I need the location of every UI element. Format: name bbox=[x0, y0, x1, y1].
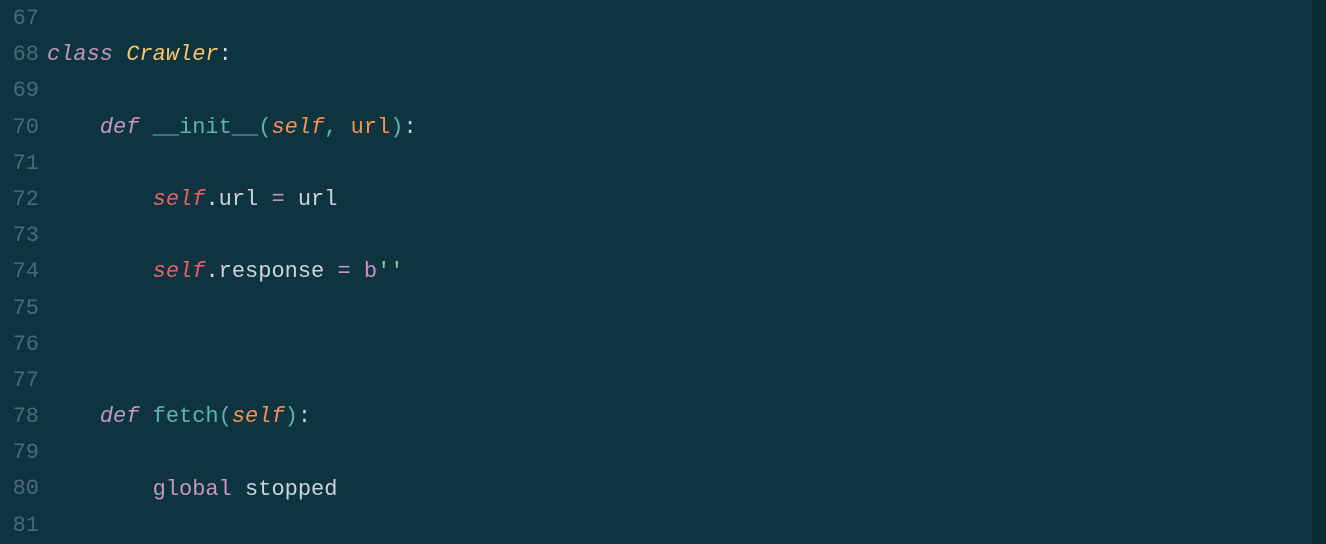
code-line[interactable]: def fetch(self): bbox=[47, 399, 1326, 435]
line-number: 78 bbox=[0, 399, 39, 435]
line-number: 76 bbox=[0, 327, 39, 363]
code-line[interactable]: class Crawler: bbox=[47, 37, 1326, 73]
vertical-scrollbar[interactable] bbox=[1312, 0, 1326, 544]
line-number: 80 bbox=[0, 471, 39, 507]
line-number: 81 bbox=[0, 508, 39, 544]
line-number: 68 bbox=[0, 37, 39, 73]
code-line[interactable] bbox=[47, 327, 1326, 363]
code-line[interactable]: def __init__(self, url): bbox=[47, 110, 1326, 146]
line-number: 72 bbox=[0, 182, 39, 218]
code-area[interactable]: class Crawler: def __init__(self, url): … bbox=[47, 0, 1326, 544]
line-number-gutter: 67 68 69 70 71 72 73 74 75 76 77 78 79 8… bbox=[0, 0, 47, 544]
line-number: 77 bbox=[0, 363, 39, 399]
line-number: 75 bbox=[0, 291, 39, 327]
line-number: 74 bbox=[0, 254, 39, 290]
line-number: 70 bbox=[0, 110, 39, 146]
code-line[interactable]: global stopped bbox=[47, 472, 1326, 508]
code-line[interactable]: self.response = b'' bbox=[47, 254, 1326, 290]
line-number: 79 bbox=[0, 435, 39, 471]
line-number: 69 bbox=[0, 73, 39, 109]
line-number: 71 bbox=[0, 146, 39, 182]
code-line[interactable]: self.url = url bbox=[47, 182, 1326, 218]
line-number: 67 bbox=[0, 1, 39, 37]
code-editor: 67 68 69 70 71 72 73 74 75 76 77 78 79 8… bbox=[0, 0, 1326, 544]
line-number: 73 bbox=[0, 218, 39, 254]
